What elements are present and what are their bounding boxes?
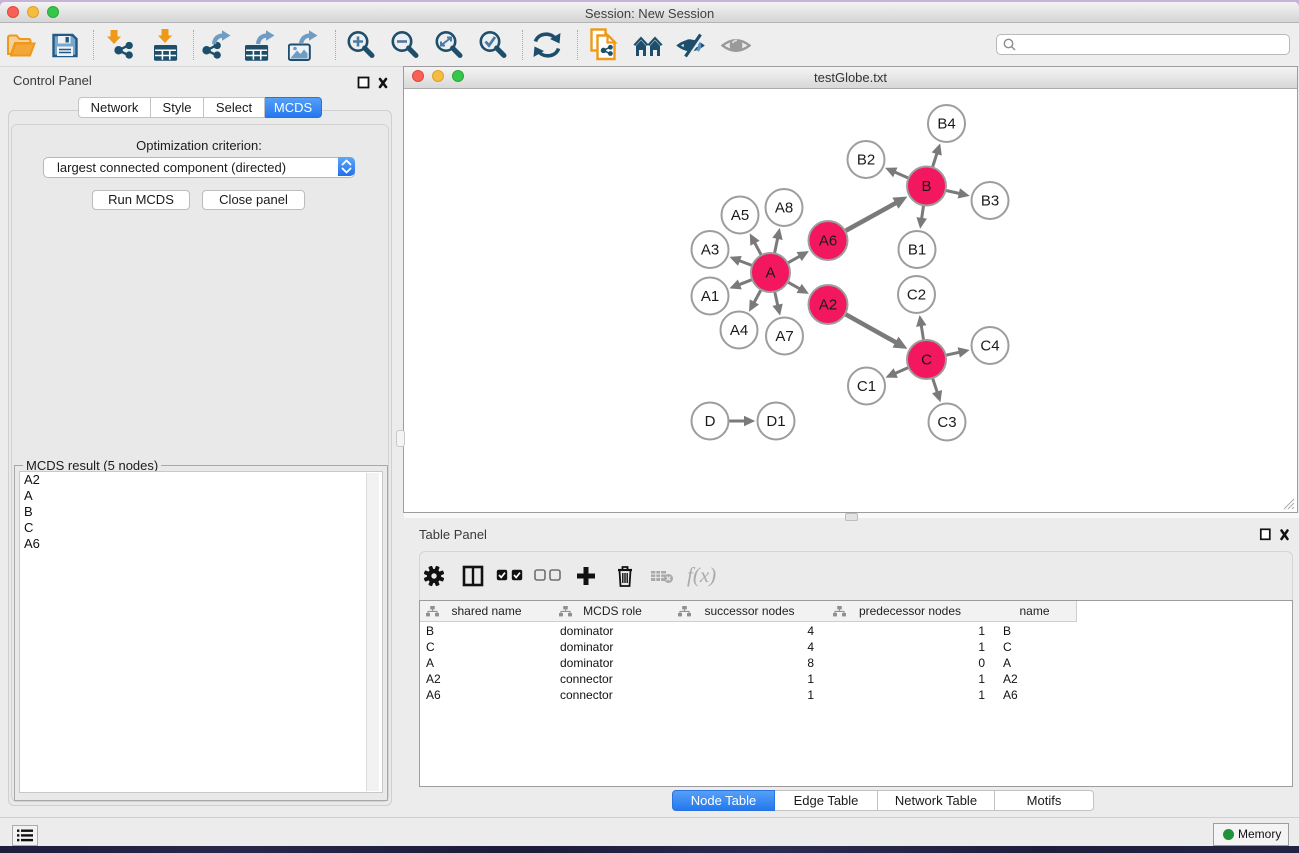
svg-text:A3: A3 [701, 242, 719, 259]
svg-text:A2: A2 [819, 297, 837, 314]
svg-text:C1: C1 [857, 378, 876, 395]
svg-text:B: B [921, 178, 931, 195]
svg-text:A6: A6 [819, 233, 837, 250]
svg-text:C3: C3 [937, 414, 956, 431]
svg-text:B1: B1 [908, 242, 926, 259]
svg-text:C2: C2 [907, 287, 926, 304]
svg-text:D1: D1 [766, 413, 785, 430]
svg-text:A1: A1 [701, 288, 719, 305]
svg-text:B2: B2 [857, 152, 875, 169]
svg-text:A7: A7 [775, 328, 793, 345]
svg-text:B3: B3 [981, 193, 999, 210]
svg-text:A8: A8 [775, 200, 793, 217]
svg-text:D: D [705, 413, 716, 430]
svg-text:A4: A4 [730, 322, 748, 339]
svg-text:A5: A5 [731, 207, 749, 224]
svg-text:C4: C4 [980, 338, 999, 355]
svg-text:A: A [765, 265, 775, 282]
svg-text:B4: B4 [937, 116, 955, 133]
svg-text:C: C [921, 352, 932, 369]
